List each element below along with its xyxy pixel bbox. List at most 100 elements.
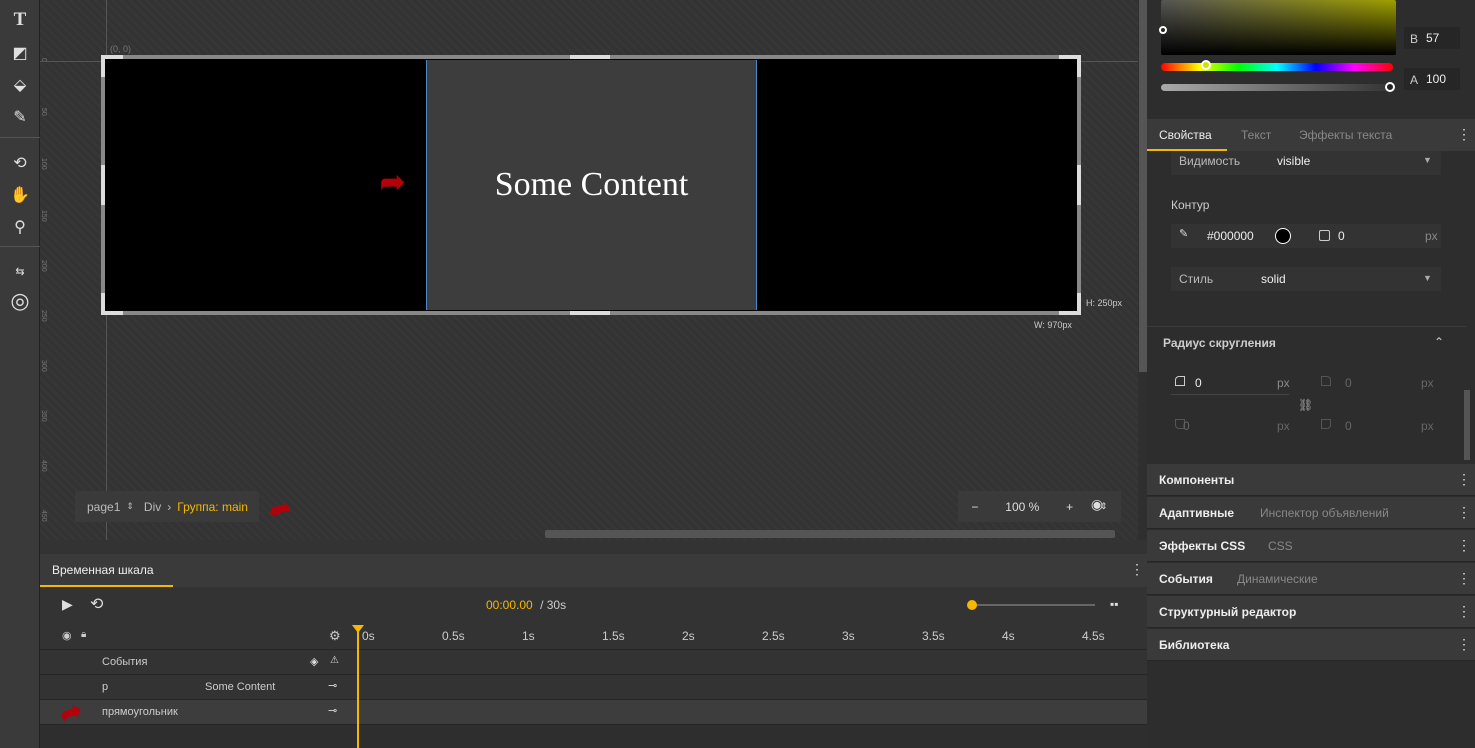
tab-properties[interactable]: Свойства bbox=[1159, 128, 1212, 142]
chevron-up-icon[interactable]: ⌃ bbox=[1434, 335, 1444, 349]
timeline-row-events[interactable]: События ◈ ⚠ bbox=[40, 650, 1147, 675]
outline-color-field[interactable]: #000000 bbox=[1207, 229, 1254, 243]
section-adaptive[interactable]: Адаптивные Инспектор объявлений ⋮ bbox=[1147, 497, 1475, 529]
section-title: События bbox=[1159, 572, 1213, 586]
red-arrow-icon: ➦ bbox=[380, 166, 406, 199]
breadcrumb-element[interactable]: Div bbox=[144, 500, 161, 514]
red-arrow-icon: ➦ bbox=[263, 491, 295, 527]
hue-slider-handle[interactable] bbox=[1201, 60, 1211, 70]
warning-icon[interactable]: ⚠ bbox=[330, 655, 339, 666]
corner-icon bbox=[1321, 376, 1331, 386]
lock-icon[interactable]: 🔒︎ bbox=[81, 629, 86, 640]
time-tick: 4s bbox=[1002, 629, 1015, 643]
panel-scrollbar[interactable] bbox=[1464, 390, 1470, 460]
alpha-slider-handle[interactable] bbox=[1385, 82, 1395, 92]
gear-icon[interactable]: ⚙ bbox=[329, 628, 341, 644]
zoom-value[interactable]: 100 bbox=[1005, 500, 1025, 514]
section-structure-editor[interactable]: Структурный редактор ⋮ bbox=[1147, 596, 1475, 628]
tab-timeline[interactable]: Временная шкала bbox=[40, 554, 173, 587]
transform-tool-icon[interactable]: ⟲ bbox=[0, 148, 40, 178]
toolbar-divider bbox=[0, 137, 40, 138]
section-components[interactable]: Компоненты ⋮ bbox=[1147, 464, 1475, 496]
zoom-in-button[interactable]: + bbox=[1066, 500, 1073, 514]
properties-panel: 57 B 100 A Свойства Текст Эффекты текста… bbox=[1147, 0, 1475, 748]
resize-handle[interactable] bbox=[1077, 293, 1081, 315]
more-vertical-icon[interactable]: ⋮ bbox=[1457, 603, 1471, 620]
radius-bottom-right[interactable]: 0 px bbox=[1317, 414, 1435, 438]
vertical-scrollbar[interactable] bbox=[1139, 0, 1147, 372]
eye-icon[interactable]: ◉ bbox=[62, 629, 72, 642]
outline-width-field[interactable]: 0 bbox=[1338, 229, 1345, 243]
eyedropper-icon[interactable]: ✎ bbox=[0, 102, 40, 132]
section-events[interactable]: События Динамические ⋮ bbox=[1147, 563, 1475, 595]
vertical-ruler: 0 50 100 150 200 250 300 350 400 450 bbox=[40, 0, 54, 540]
more-vertical-icon[interactable]: ⋮ bbox=[1457, 504, 1471, 521]
resize-handle[interactable] bbox=[570, 55, 610, 59]
tab-text-effects[interactable]: Эффекты текста bbox=[1299, 128, 1392, 142]
resize-handle[interactable] bbox=[570, 311, 610, 315]
more-vertical-icon[interactable]: ⋮ bbox=[1457, 537, 1471, 554]
zoom-out-button[interactable]: − bbox=[971, 500, 978, 514]
origin-label: (0, 0) bbox=[110, 44, 132, 54]
breadcrumb-group[interactable]: Группа: main bbox=[177, 500, 248, 514]
keyframe-icon[interactable]: ◈ bbox=[310, 655, 318, 668]
zoom-tool-icon[interactable]: ⚲ bbox=[0, 212, 40, 242]
resize-handle[interactable] bbox=[101, 55, 105, 77]
resize-handle[interactable] bbox=[101, 293, 105, 315]
more-vertical-icon[interactable]: ⋮ bbox=[1457, 570, 1471, 587]
hand-tool-icon[interactable]: ✋ bbox=[0, 180, 40, 210]
radius-top-right[interactable]: 0 px bbox=[1317, 371, 1435, 395]
timeline-zoom-handle[interactable] bbox=[967, 600, 977, 610]
breadcrumb-page[interactable]: page1 bbox=[87, 500, 120, 514]
resize-handle[interactable] bbox=[101, 165, 105, 205]
loop-icon[interactable]: ⟲ bbox=[90, 594, 103, 614]
shape-tool-icon[interactable]: ◩ bbox=[0, 38, 40, 68]
section-css-effects[interactable]: Эффекты CSS CSS ⋮ bbox=[1147, 530, 1475, 562]
more-vertical-icon[interactable]: ⋮ bbox=[1457, 126, 1471, 143]
alpha-slider[interactable] bbox=[1161, 84, 1393, 91]
chevron-down-icon[interactable]: ▼ bbox=[1423, 155, 1432, 165]
radius-top-left[interactable]: 0 px bbox=[1171, 371, 1290, 395]
style-select[interactable]: solid bbox=[1261, 272, 1286, 286]
current-time[interactable]: 00:00.00 bbox=[486, 598, 533, 612]
section-subtab[interactable]: CSS bbox=[1268, 539, 1293, 553]
playhead[interactable] bbox=[357, 625, 359, 748]
fill-stroke-icon[interactable]: ◎ bbox=[0, 286, 40, 316]
hue-slider[interactable] bbox=[1161, 63, 1393, 71]
more-vertical-icon[interactable]: ⋮ bbox=[1457, 471, 1471, 488]
design-canvas[interactable]: 0 50 100 150 200 250 300 350 400 450 (0,… bbox=[40, 0, 1140, 540]
updown-icon[interactable]: ⇕ bbox=[126, 501, 134, 512]
timeline-row-p[interactable]: p Some Content ⊸ bbox=[40, 675, 1147, 700]
alpha-label: A bbox=[1410, 73, 1419, 87]
link-corners-icon[interactable]: ⛓ bbox=[1298, 398, 1313, 412]
fill-tool-icon[interactable]: ⬙ bbox=[0, 70, 40, 100]
link-icon[interactable]: ⊸ bbox=[328, 679, 337, 692]
section-library[interactable]: Библиотека ⋮ bbox=[1147, 629, 1475, 661]
chevron-down-icon[interactable]: ▼ bbox=[1423, 273, 1432, 283]
radius-bottom-left[interactable]: 0 px bbox=[1171, 414, 1290, 438]
color-picker-area[interactable] bbox=[1161, 0, 1396, 55]
visibility-select[interactable]: visible bbox=[1277, 154, 1310, 168]
content-text[interactable]: Some Content bbox=[426, 166, 757, 204]
section-subtab[interactable]: Динамические bbox=[1237, 572, 1318, 586]
keyframes-menu-icon[interactable]: ▪▪ bbox=[1110, 597, 1119, 611]
more-vertical-icon[interactable]: ⋮ bbox=[1457, 636, 1471, 653]
timeline-zoom-track[interactable] bbox=[970, 604, 1095, 606]
more-vertical-icon[interactable]: ⋮ bbox=[1130, 561, 1144, 578]
resize-handle[interactable] bbox=[1077, 55, 1081, 77]
horizontal-scrollbar[interactable] bbox=[545, 530, 1115, 538]
playhead-marker[interactable] bbox=[352, 625, 364, 633]
timeline-grid: ◉ 🔒︎ ⚙ 0s 0.5s 1s 1.5s 2s 2.5s 3s 3.5s 4… bbox=[40, 625, 1147, 748]
resize-handle[interactable] bbox=[1077, 165, 1081, 205]
breadcrumb: page1 ⇕ Div › Группа: main bbox=[75, 491, 259, 522]
color-picker-handle[interactable] bbox=[1159, 26, 1167, 34]
swap-colors-icon[interactable]: ⇆ bbox=[0, 256, 40, 286]
preview-eye-icon[interactable]: ◉ bbox=[1085, 496, 1109, 518]
outline-color-swatch[interactable] bbox=[1275, 228, 1291, 244]
timeline-row-rectangle[interactable]: прямоугольник ⊸ bbox=[40, 700, 1147, 725]
section-subtab[interactable]: Инспектор объявлений bbox=[1260, 506, 1389, 520]
link-icon[interactable]: ⊸ bbox=[328, 704, 337, 717]
text-tool-icon[interactable]: T bbox=[0, 5, 40, 35]
tab-text[interactable]: Текст bbox=[1241, 128, 1271, 142]
play-icon[interactable]: ▶ bbox=[62, 596, 73, 613]
